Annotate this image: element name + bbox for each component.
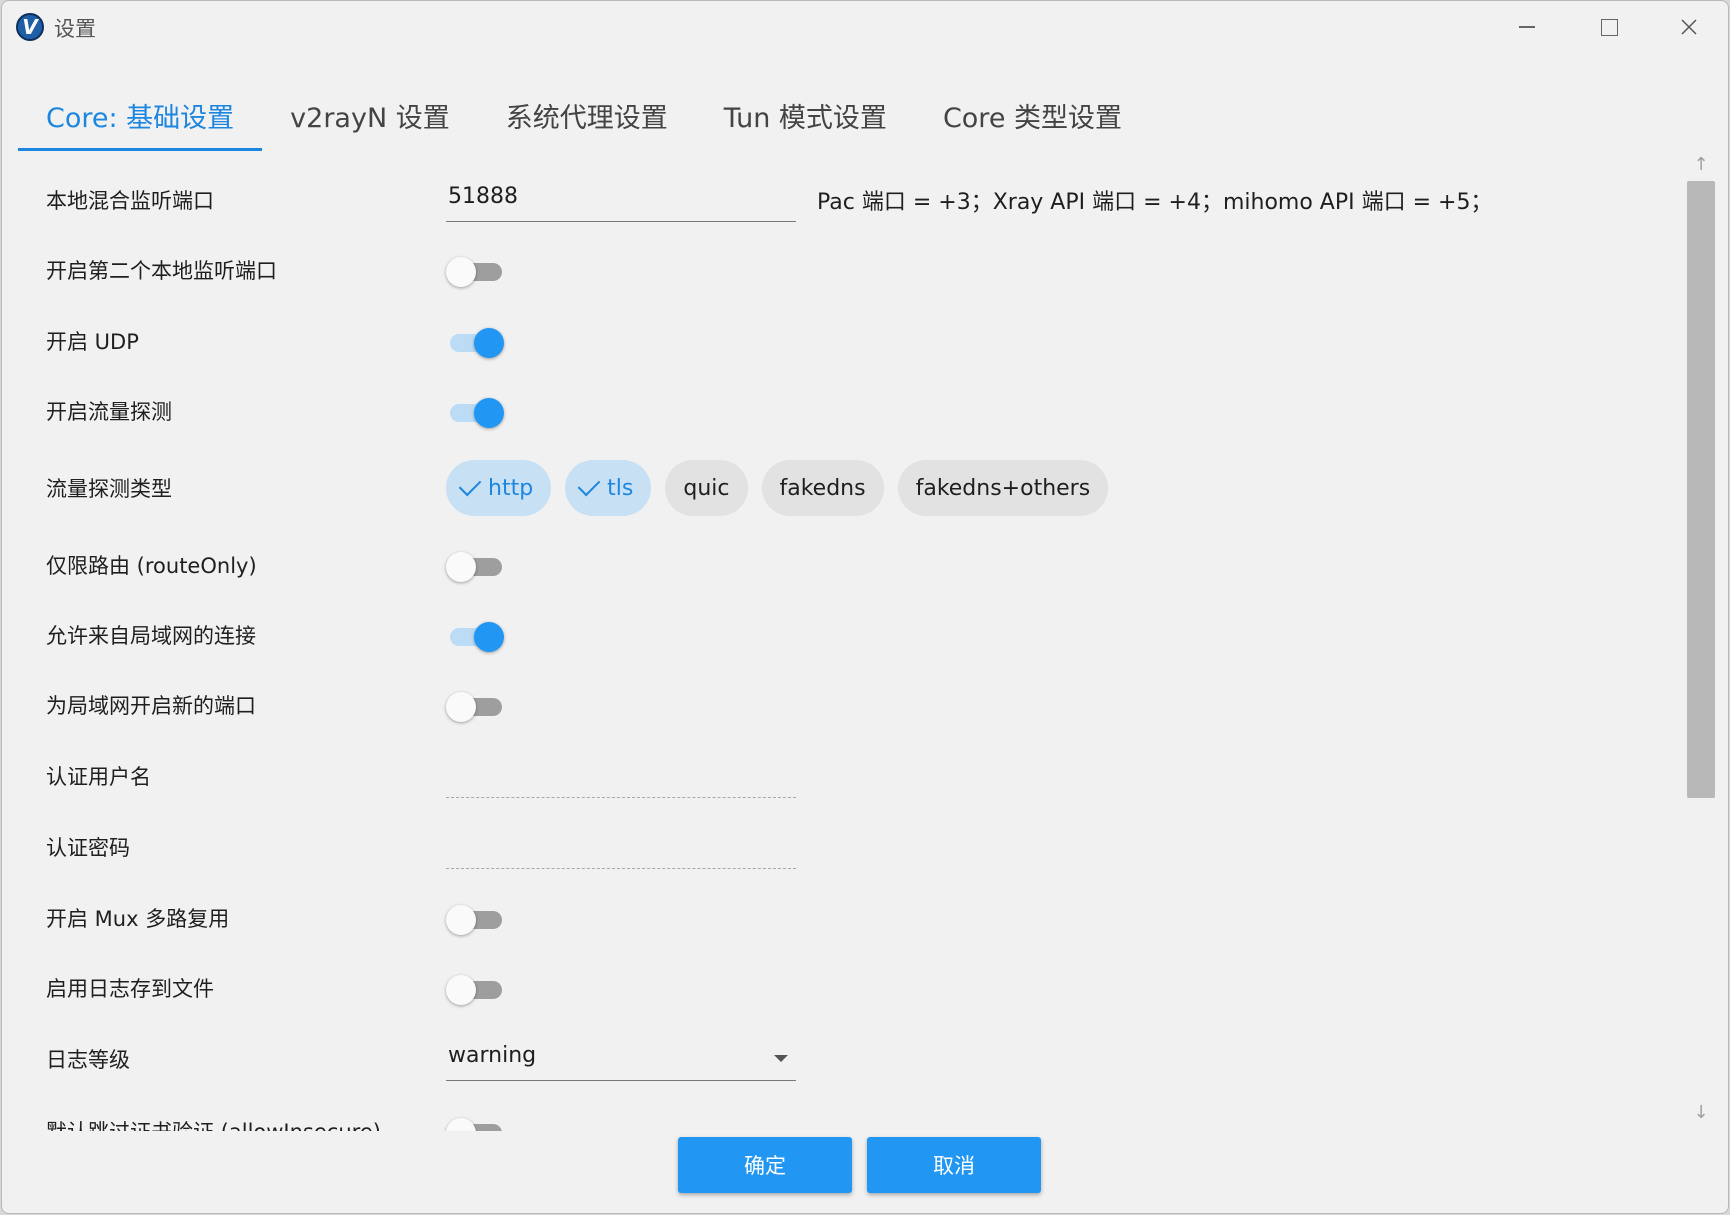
maximize-button[interactable] xyxy=(1578,7,1640,47)
log-file-toggle[interactable] xyxy=(446,971,508,1005)
log-level-value: warning xyxy=(448,1043,537,1068)
settings-window: V 设置 Core: 基础设置 v2rayN 设置 系统代理设置 Tun 模式设… xyxy=(1,0,1729,1214)
sniffing-type-chips: http tls quic fakedns fakedns+others xyxy=(446,460,1109,516)
chip-label: http xyxy=(488,475,534,501)
new-lan-port-toggle[interactable] xyxy=(446,688,508,722)
mux-toggle[interactable] xyxy=(446,901,508,935)
auth-user-label: 认证用户名 xyxy=(46,765,151,789)
close-button[interactable] xyxy=(1658,7,1720,47)
sniffing-toggle[interactable] xyxy=(446,394,508,428)
new-lan-port-row: 为局域网开启新的端口 xyxy=(2,675,1682,735)
chip-fakedns-others[interactable]: fakedns+others xyxy=(897,460,1109,516)
allow-lan-label: 允许来自局域网的连接 xyxy=(46,624,256,648)
udp-row: 开启 UDP xyxy=(2,311,1682,371)
tab-tun-mode[interactable]: Tun 模式设置 xyxy=(696,79,915,151)
cancel-button[interactable]: 取消 xyxy=(867,1137,1041,1193)
chip-tls[interactable]: tls xyxy=(565,460,652,516)
log-level-row: 日志等级 warning xyxy=(2,1029,1682,1089)
ok-button[interactable]: 确定 xyxy=(678,1137,852,1193)
auth-pass-input[interactable] xyxy=(446,823,796,869)
allow-lan-toggle[interactable] xyxy=(446,618,508,652)
log-level-label: 日志等级 xyxy=(46,1048,130,1072)
chip-http[interactable]: http xyxy=(446,460,552,516)
settings-tabs: Core: 基础设置 v2rayN 设置 系统代理设置 Tun 模式设置 Cor… xyxy=(18,79,1150,151)
chip-quic[interactable]: quic xyxy=(665,460,748,516)
local-port-input[interactable]: 51888 xyxy=(446,176,796,222)
auth-pass-row: 认证密码 xyxy=(2,817,1682,877)
title-bar: V 设置 xyxy=(2,1,1728,53)
mux-row: 开启 Mux 多路复用 xyxy=(2,888,1682,948)
chip-label: fakedns xyxy=(779,475,866,501)
route-only-label: 仅限路由 (routeOnly) xyxy=(46,554,257,578)
allow-insecure-row: 默认跳过证书验证 (allowInsecure) xyxy=(2,1101,1682,1131)
chip-fakedns[interactable]: fakedns xyxy=(761,460,884,516)
new-lan-port-label: 为局域网开启新的端口 xyxy=(46,694,256,718)
tab-system-proxy[interactable]: 系统代理设置 xyxy=(478,79,696,151)
check-icon xyxy=(458,473,482,497)
sniffing-label: 开启流量探测 xyxy=(46,400,172,424)
scroll-down-arrow-icon[interactable]: ↓ xyxy=(1686,1099,1716,1125)
auth-pass-label: 认证密码 xyxy=(46,836,130,860)
auth-user-input[interactable] xyxy=(446,752,796,798)
vertical-scrollbar[interactable]: ↑ ↓ xyxy=(1686,151,1716,1131)
log-file-row: 启用日志存到文件 xyxy=(2,958,1682,1018)
second-port-label: 开启第二个本地监听端口 xyxy=(46,259,277,283)
mux-label: 开启 Mux 多路复用 xyxy=(46,907,230,931)
chip-label: fakedns+others xyxy=(915,475,1091,501)
close-icon xyxy=(1681,19,1697,35)
sniffing-types-label: 流量探测类型 xyxy=(46,477,172,501)
minimize-button[interactable] xyxy=(1496,7,1558,47)
allow-lan-row: 允许来自局域网的连接 xyxy=(2,605,1682,665)
dropdown-arrow-icon xyxy=(774,1055,788,1062)
scroll-up-arrow-icon[interactable]: ↑ xyxy=(1686,151,1716,177)
route-only-row: 仅限路由 (routeOnly) xyxy=(2,535,1682,595)
tab-v2rayn[interactable]: v2rayN 设置 xyxy=(262,79,478,151)
window-title: 设置 xyxy=(54,17,96,41)
check-icon xyxy=(577,473,601,497)
second-port-toggle[interactable] xyxy=(446,253,508,287)
chip-label: tls xyxy=(607,475,634,501)
tab-core-type[interactable]: Core 类型设置 xyxy=(915,79,1150,151)
local-port-label: 本地混合监听端口 xyxy=(46,189,214,213)
tab-core-basic[interactable]: Core: 基础设置 xyxy=(18,79,263,151)
scrollbar-thumb[interactable] xyxy=(1687,181,1715,798)
auth-user-row: 认证用户名 xyxy=(2,746,1682,806)
port-hint-text: Pac 端口 = +3；Xray API 端口 = +4；mihomo API … xyxy=(817,190,1493,215)
allow-insecure-toggle[interactable] xyxy=(446,1114,508,1131)
log-level-select[interactable]: warning xyxy=(446,1035,796,1081)
settings-panel: 本地混合监听端口 51888 Pac 端口 = +3；Xray API 端口 =… xyxy=(2,151,1682,1131)
route-only-toggle[interactable] xyxy=(446,548,508,582)
sniffing-row: 开启流量探测 xyxy=(2,381,1682,441)
local-port-row: 本地混合监听端口 51888 Pac 端口 = +3；Xray API 端口 =… xyxy=(2,170,1682,230)
udp-label: 开启 UDP xyxy=(46,330,139,354)
second-port-row: 开启第二个本地监听端口 xyxy=(2,240,1682,300)
v2rayn-logo-icon: V xyxy=(16,13,44,41)
udp-toggle[interactable] xyxy=(446,324,508,358)
log-file-label: 启用日志存到文件 xyxy=(46,977,214,1001)
sniffing-types-row: 流量探测类型 http tls quic fakedns fakedns+oth… xyxy=(2,458,1682,518)
allow-insecure-label: 默认跳过证书验证 (allowInsecure) xyxy=(46,1116,381,1131)
chip-label: quic xyxy=(683,475,730,501)
